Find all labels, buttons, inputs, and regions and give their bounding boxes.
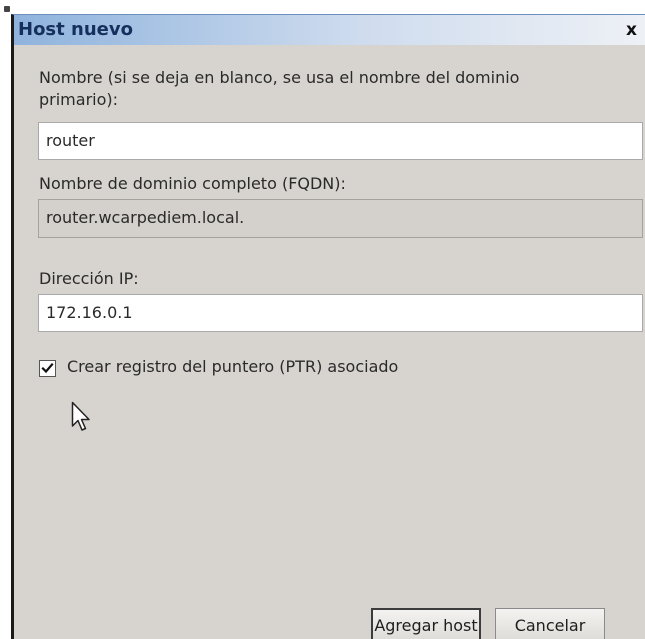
name-field-label-line2: primario): (39, 90, 119, 109)
dialog-title: Host nuevo (18, 19, 133, 40)
cancel-button[interactable]: Cancelar (495, 608, 605, 639)
name-input[interactable]: router (38, 122, 643, 160)
screenshot-canvas: Host nuevo x Nombre (si se deja en blanc… (0, 0, 645, 639)
checkmark-icon (41, 362, 54, 374)
ip-address-label: Dirección IP: (39, 269, 139, 288)
close-button[interactable]: x (626, 19, 645, 41)
name-field-label: Nombre (si se deja en blanco, se usa el … (39, 67, 519, 111)
host-nuevo-dialog: Host nuevo x Nombre (si se deja en blanc… (11, 14, 645, 639)
ptr-checkbox[interactable] (39, 360, 56, 377)
bullet-marker (4, 6, 10, 12)
ptr-checkbox-label[interactable]: Crear registro del puntero (PTR) asociad… (67, 356, 398, 378)
ip-address-input[interactable]: 172.16.0.1 (38, 294, 643, 332)
dialog-titlebar: Host nuevo x (14, 15, 645, 45)
fqdn-field: router.wcarpediem.local. (38, 199, 643, 238)
mouse-pointer-icon (71, 401, 90, 431)
fqdn-field-label: Nombre de dominio completo (FQDN): (39, 174, 346, 193)
name-field-label-line1: Nombre (si se deja en blanco, se usa el … (39, 68, 520, 87)
add-host-button[interactable]: Agregar host (371, 608, 481, 639)
close-icon: x (626, 20, 637, 40)
